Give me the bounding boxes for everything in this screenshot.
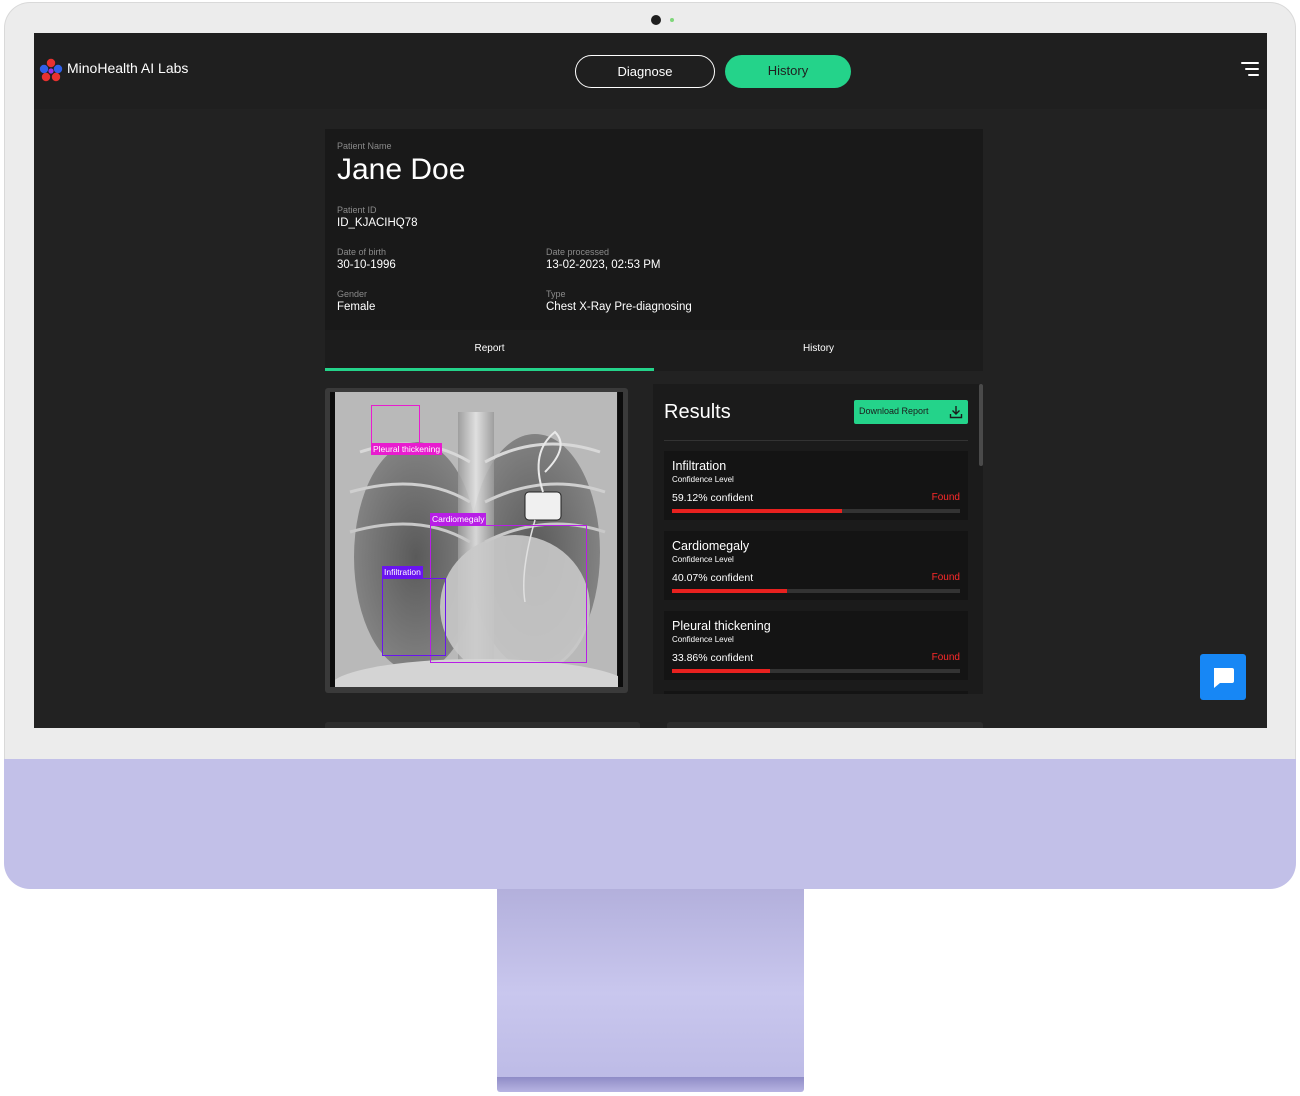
confidence-bar-track [672, 589, 960, 593]
result-confidence: 33.86% confident [672, 652, 754, 664]
result-subtitle: Confidence Level [672, 635, 734, 644]
monitor-stand-foot [497, 1077, 804, 1092]
result-status: Found [931, 652, 960, 663]
camera-led [670, 18, 674, 22]
confidence-bar-track [672, 669, 960, 673]
type-label: Type [546, 289, 566, 299]
cardiomegaly-tag: Cardiomegaly [430, 513, 487, 525]
brand-name[interactable]: MinoHealth AI Labs [67, 60, 188, 76]
result-card-partial[interactable] [664, 691, 968, 694]
infiltration-tag: Infiltration [382, 566, 423, 578]
report-tabs: Report History [325, 330, 983, 371]
result-name: Infiltration [672, 459, 727, 473]
results-divider [664, 440, 968, 441]
result-confidence: 59.12% confident [672, 492, 754, 504]
result-subtitle: Confidence Level [672, 475, 734, 484]
confidence-bar-fill [672, 589, 788, 593]
date-processed-value: 13-02-2023, 02:53 PM [546, 259, 661, 271]
result-status: Found [931, 492, 960, 503]
lower-panel-left [325, 722, 640, 728]
result-name: Pleural thickening [672, 619, 771, 633]
result-card-cardiomegaly[interactable]: Cardiomegaly Confidence Level 40.07% con… [664, 531, 968, 600]
cardiomegaly-box[interactable] [430, 525, 587, 663]
dob-value: 30-10-1996 [337, 259, 396, 271]
monitor-chin [4, 759, 1296, 889]
lower-panel-right [667, 722, 983, 728]
gender-label: Gender [337, 289, 368, 299]
confidence-bar-fill [672, 669, 770, 673]
result-confidence: 40.07% confident [672, 572, 754, 584]
patient-name-label: Patient Name [337, 141, 392, 151]
chest-xray-image[interactable]: Pleural thickening Cardiomegaly Infiltra… [330, 392, 623, 687]
gender-value: Female [337, 301, 376, 313]
patient-info-card: Patient Name Jane Doe Patient ID ID_KJAC… [325, 129, 983, 330]
camera-icon [651, 15, 661, 25]
confidence-bar-track [672, 509, 960, 513]
patient-name: Jane Doe [337, 153, 466, 186]
xray-panel: Pleural thickening Cardiomegaly Infiltra… [325, 388, 628, 693]
results-panel: Results Download Report Infiltration Con… [653, 384, 981, 694]
top-navbar: MinoHealth AI Labs Diagnose History [34, 33, 1267, 109]
results-title: Results [664, 401, 731, 423]
tab-report[interactable]: Report [325, 330, 654, 371]
result-name: Cardiomegaly [672, 539, 750, 553]
result-subtitle: Confidence Level [672, 555, 734, 564]
hamburger-icon[interactable] [1237, 61, 1259, 79]
download-report-button[interactable]: Download Report [854, 400, 968, 424]
result-status: Found [931, 572, 960, 583]
download-icon [949, 406, 963, 419]
patient-id: ID_KJACIHQ78 [337, 217, 418, 229]
confidence-bar-fill [672, 509, 843, 513]
patient-id-label: Patient ID [337, 205, 377, 215]
diagnose-button[interactable]: Diagnose [575, 55, 715, 88]
tab-history[interactable]: History [654, 330, 983, 371]
result-card-pleural-thickening[interactable]: Pleural thickening Confidence Level 33.8… [664, 611, 968, 680]
results-scrollbar-thumb[interactable] [979, 384, 983, 466]
chat-icon [1214, 668, 1234, 688]
monitor-stand [497, 889, 804, 1079]
pleural-thickening-tag: Pleural thickening [371, 443, 443, 455]
result-card-infiltration[interactable]: Infiltration Confidence Level 59.12% con… [664, 451, 968, 520]
app-screen: MinoHealth AI Labs Diagnose History Pati… [34, 33, 1267, 728]
minohealth-logo[interactable] [38, 57, 64, 83]
infiltration-box[interactable] [382, 578, 446, 656]
date-processed-label: Date processed [546, 247, 610, 257]
download-report-label: Download Report [859, 406, 929, 416]
chat-button[interactable] [1200, 654, 1246, 700]
dob-label: Date of birth [337, 247, 387, 257]
type-value: Chest X-Ray Pre-diagnosing [546, 301, 692, 313]
history-button[interactable]: History [725, 55, 851, 88]
